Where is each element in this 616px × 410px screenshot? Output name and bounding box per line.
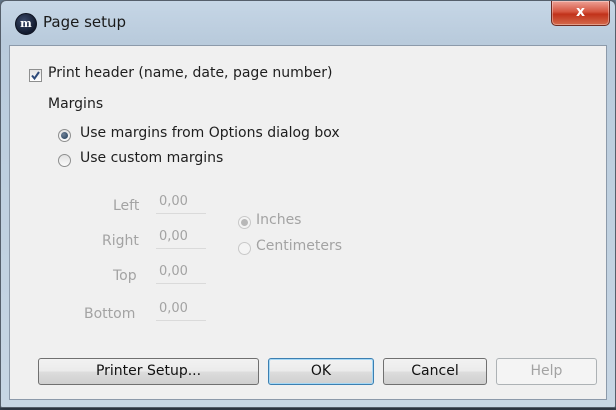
use-custom-margins-radio[interactable] — [58, 154, 71, 167]
use-options-margins-radio[interactable] — [58, 129, 71, 142]
print-header-label: Print header (name, date, page number) — [48, 65, 333, 81]
centimeters-radio[interactable] — [238, 242, 251, 255]
print-header-checkbox[interactable] — [29, 69, 42, 82]
centimeters-label: Centimeters — [256, 238, 343, 254]
window-title: Page setup — [43, 13, 127, 31]
top-margin-input[interactable]: 0,00 — [156, 262, 206, 284]
inches-radio[interactable] — [238, 216, 251, 229]
use-options-margins-label: Use margins from Options dialog box — [80, 125, 340, 141]
ok-button[interactable]: OK — [268, 358, 374, 385]
app-icon: m — [15, 13, 37, 35]
left-margin-input[interactable]: 0,00 — [156, 192, 206, 214]
top-margin-label: Top — [113, 268, 137, 284]
right-margin-label: Right — [102, 233, 139, 249]
dialog-client-area: Print header (name, date, page number) M… — [9, 45, 607, 400]
printer-setup-button[interactable]: Printer Setup... — [38, 358, 259, 385]
cancel-button[interactable]: Cancel — [383, 358, 487, 385]
page-setup-dialog: m Page setup x Print header (name, date,… — [0, 0, 616, 408]
title-bar[interactable]: m Page setup x — [1, 1, 615, 45]
checkmark-icon — [31, 71, 40, 81]
close-icon: x — [575, 4, 586, 20]
margins-group-label: Margins — [48, 96, 104, 112]
bottom-margin-input[interactable]: 0,00 — [156, 299, 206, 321]
use-custom-margins-label: Use custom margins — [80, 150, 224, 166]
bottom-margin-label: Bottom — [84, 306, 136, 322]
left-margin-label: Left — [113, 198, 140, 214]
help-button[interactable]: Help — [496, 358, 597, 385]
right-margin-input[interactable]: 0,00 — [156, 227, 206, 249]
close-button[interactable]: x — [551, 1, 610, 26]
inches-label: Inches — [256, 212, 302, 228]
